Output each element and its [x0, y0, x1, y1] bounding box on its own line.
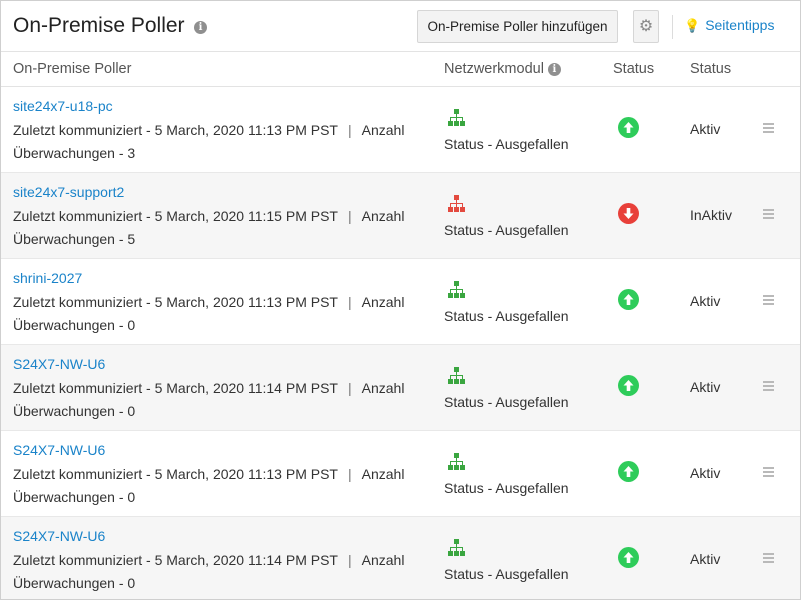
monitor-count: Überwachungen - 0 [13, 575, 136, 591]
detail-separator: | [347, 466, 352, 482]
hamburger-menu-icon[interactable] [763, 467, 774, 477]
status-text: Aktiv [690, 379, 721, 395]
detail-separator: | [347, 380, 352, 396]
hamburger-menu-icon[interactable] [763, 381, 774, 391]
info-icon[interactable]: i [547, 63, 561, 76]
network-status: Status - Ausgefallen [444, 394, 569, 410]
network-status: Status - Ausgefallen [444, 308, 569, 324]
status-text: InAktiv [690, 207, 733, 223]
network-ok-icon [448, 539, 465, 556]
hamburger-menu-icon[interactable] [763, 123, 774, 133]
monitor-count: Überwachungen - 0 [13, 489, 136, 505]
header-divider [672, 15, 673, 39]
poller-name-link[interactable]: S24X7-NW-U6 [13, 442, 105, 458]
page-tips-label: Seitentipps [705, 17, 775, 33]
column-header-status[interactable]: Status [613, 61, 654, 77]
settings-button[interactable]: ⚙ [633, 10, 659, 43]
table-row: site24x7-support2 Zuletzt kommuniziert - … [1, 173, 800, 259]
count-label: Anzahl [361, 552, 405, 568]
network-ok-icon [448, 453, 465, 470]
detail-separator: | [347, 552, 352, 568]
network-ok-icon [448, 109, 465, 126]
poller-details: Zuletzt kommuniziert - 5 March, 2020 11:… [13, 122, 404, 138]
poller-details: Zuletzt kommuniziert - 5 March, 2020 11:… [13, 208, 404, 224]
monitor-count: Überwachungen - 5 [13, 231, 136, 247]
count-label: Anzahl [361, 208, 405, 224]
page-header: On-Premise Poller i On-Premise Poller hi… [1, 1, 800, 52]
table-row: S24X7-NW-U6 Zuletzt kommuniziert - 5 Marc… [1, 431, 800, 517]
status-up-icon [618, 461, 639, 482]
status-up-icon [618, 117, 639, 138]
status-up-icon [618, 547, 639, 568]
poller-name-link[interactable]: site24x7-support2 [13, 184, 124, 200]
network-status: Status - Ausgefallen [444, 566, 569, 582]
poller-name-link[interactable]: S24X7-NW-U6 [13, 356, 105, 372]
column-header-network-label: Netzwerkmodul [444, 61, 544, 77]
last-communicated: Zuletzt kommuniziert - 5 March, 2020 11:… [13, 552, 338, 568]
network-ok-icon [448, 367, 465, 384]
poller-details: Zuletzt kommuniziert - 5 March, 2020 11:… [13, 466, 404, 482]
network-status: Status - Ausgefallen [444, 480, 569, 496]
network-down-icon [448, 195, 465, 212]
table-row: S24X7-NW-U6 Zuletzt kommuniziert - 5 Marc… [1, 517, 800, 599]
monitor-count: Überwachungen - 0 [13, 403, 136, 419]
hamburger-menu-icon[interactable] [763, 553, 774, 563]
detail-separator: | [347, 122, 352, 138]
status-text: Aktiv [690, 551, 721, 567]
last-communicated: Zuletzt kommuniziert - 5 March, 2020 11:… [13, 380, 338, 396]
count-label: Anzahl [361, 380, 405, 396]
poller-table-body: site24x7-u18-pc Zuletzt kommuniziert - 5 … [1, 87, 800, 599]
network-status: Status - Ausgefallen [444, 222, 569, 238]
table-row: shrini-2027 Zuletzt kommuniziert - 5 Marc… [1, 259, 800, 345]
poller-page: On-Premise Poller i On-Premise Poller hi… [0, 0, 801, 600]
table-row: site24x7-u18-pc Zuletzt kommuniziert - 5 … [1, 87, 800, 173]
status-up-icon [618, 375, 639, 396]
poller-name-link[interactable]: shrini-2027 [13, 270, 82, 286]
count-label: Anzahl [361, 122, 405, 138]
column-header-status-text[interactable]: Status [690, 61, 731, 77]
hamburger-menu-icon[interactable] [763, 295, 774, 305]
poller-name-link[interactable]: S24X7-NW-U6 [13, 528, 105, 544]
hamburger-menu-icon[interactable] [763, 209, 774, 219]
network-ok-icon [448, 281, 465, 298]
last-communicated: Zuletzt kommuniziert - 5 March, 2020 11:… [13, 466, 338, 482]
detail-separator: | [347, 208, 352, 224]
lightbulb-icon: 💡 [684, 18, 701, 33]
column-header-network[interactable]: Netzwerkmodul i [444, 61, 561, 77]
last-communicated: Zuletzt kommuniziert - 5 March, 2020 11:… [13, 122, 338, 138]
gear-icon: ⚙ [638, 18, 654, 35]
status-up-icon [618, 289, 639, 310]
monitor-count: Überwachungen - 3 [13, 145, 136, 161]
page-tips-link[interactable]: 💡 Seitentipps [684, 17, 774, 34]
network-status: Status - Ausgefallen [444, 136, 569, 152]
status-text: Aktiv [690, 465, 721, 481]
table-header: On-Premise Poller Netzwerkmodul i Status … [1, 52, 800, 87]
count-label: Anzahl [361, 466, 405, 482]
poller-details: Zuletzt kommuniziert - 5 March, 2020 11:… [13, 294, 404, 310]
last-communicated: Zuletzt kommuniziert - 5 March, 2020 11:… [13, 208, 338, 224]
status-down-icon [618, 203, 639, 224]
status-text: Aktiv [690, 121, 721, 137]
page-title: On-Premise Poller [13, 14, 185, 37]
count-label: Anzahl [361, 294, 405, 310]
last-communicated: Zuletzt kommuniziert - 5 March, 2020 11:… [13, 294, 338, 310]
poller-details: Zuletzt kommuniziert - 5 March, 2020 11:… [13, 380, 404, 396]
detail-separator: | [347, 294, 352, 310]
poller-details: Zuletzt kommuniziert - 5 March, 2020 11:… [13, 552, 404, 568]
column-header-poller[interactable]: On-Premise Poller [13, 61, 131, 77]
info-icon[interactable]: i [194, 21, 207, 34]
monitor-count: Überwachungen - 0 [13, 317, 136, 333]
add-poller-button[interactable]: On-Premise Poller hinzufügen [417, 10, 618, 43]
status-text: Aktiv [690, 293, 721, 309]
table-row: S24X7-NW-U6 Zuletzt kommuniziert - 5 Marc… [1, 345, 800, 431]
poller-name-link[interactable]: site24x7-u18-pc [13, 98, 113, 114]
